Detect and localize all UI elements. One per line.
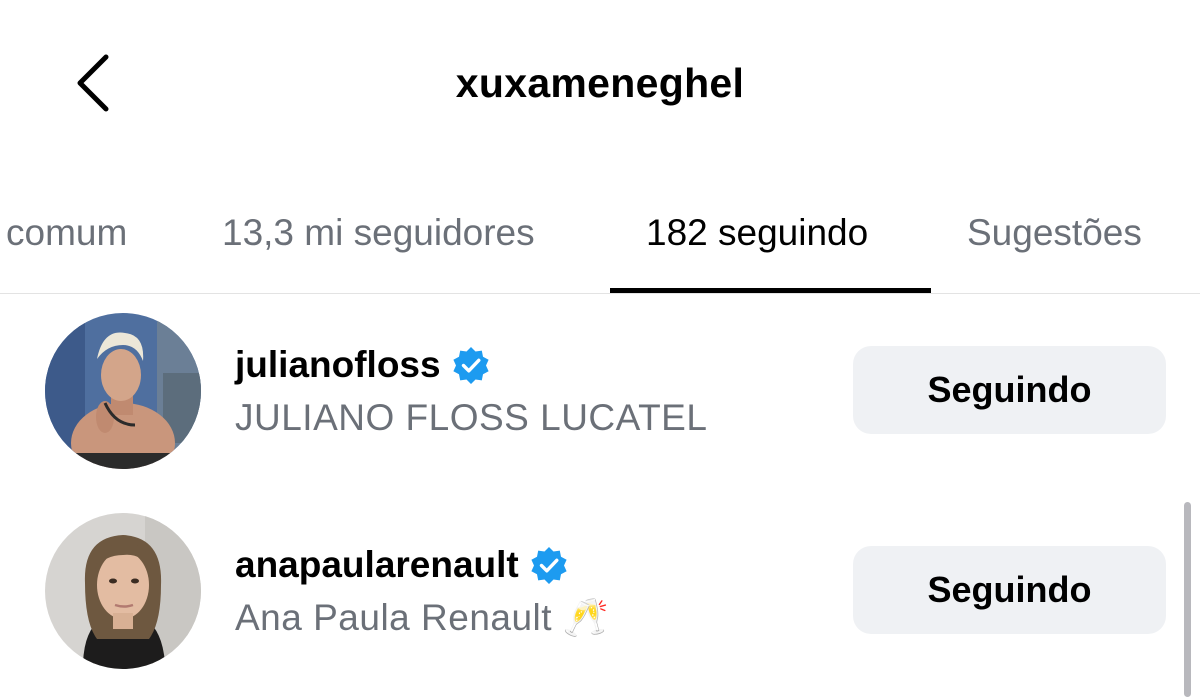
following-button[interactable]: Seguindo bbox=[853, 346, 1166, 434]
verified-badge-icon bbox=[531, 547, 567, 584]
avatar[interactable] bbox=[45, 313, 201, 469]
tab-mutual-label: comum bbox=[6, 212, 128, 253]
active-tab-indicator bbox=[610, 288, 931, 293]
username[interactable]: julianofloss bbox=[235, 342, 491, 388]
page-title: xuxameneghel bbox=[455, 60, 745, 106]
header: xuxameneghel bbox=[0, 0, 1200, 170]
list-item[interactable]: anapaularenault Ana Paula Renault 🥂 Segu… bbox=[0, 510, 1200, 680]
tab-following-label: 182 seguindo bbox=[646, 212, 869, 253]
tab-following[interactable]: 182 seguindo bbox=[646, 210, 868, 256]
avatar-photo bbox=[45, 513, 201, 669]
avatar[interactable] bbox=[45, 513, 201, 669]
following-button[interactable]: Seguindo bbox=[853, 546, 1166, 634]
username-text: julianofloss bbox=[235, 344, 441, 385]
tab-suggestions-label: Sugestões bbox=[967, 212, 1142, 253]
tab-suggestions[interactable]: Sugestões bbox=[967, 210, 1142, 256]
tab-bar: comum 13,3 mi seguidores 182 seguindo Su… bbox=[0, 190, 1200, 294]
tab-followers[interactable]: 13,3 mi seguidores bbox=[222, 210, 535, 256]
verified-badge-icon bbox=[452, 347, 489, 384]
avatar-photo bbox=[45, 313, 201, 469]
username[interactable]: anapaularenault bbox=[235, 542, 569, 588]
tab-followers-label: 13,3 mi seguidores bbox=[222, 212, 535, 253]
list-item[interactable]: julianofloss JULIANO FLOSS LUCATEL Segui… bbox=[0, 310, 1200, 480]
username-text: anapaularenault bbox=[235, 544, 519, 585]
full-name: Ana Paula Renault 🥂 bbox=[235, 597, 610, 638]
full-name: JULIANO FLOSS LUCATEL bbox=[235, 397, 708, 438]
scrollbar[interactable] bbox=[1184, 502, 1191, 697]
tab-mutual[interactable]: comum bbox=[0, 210, 127, 256]
